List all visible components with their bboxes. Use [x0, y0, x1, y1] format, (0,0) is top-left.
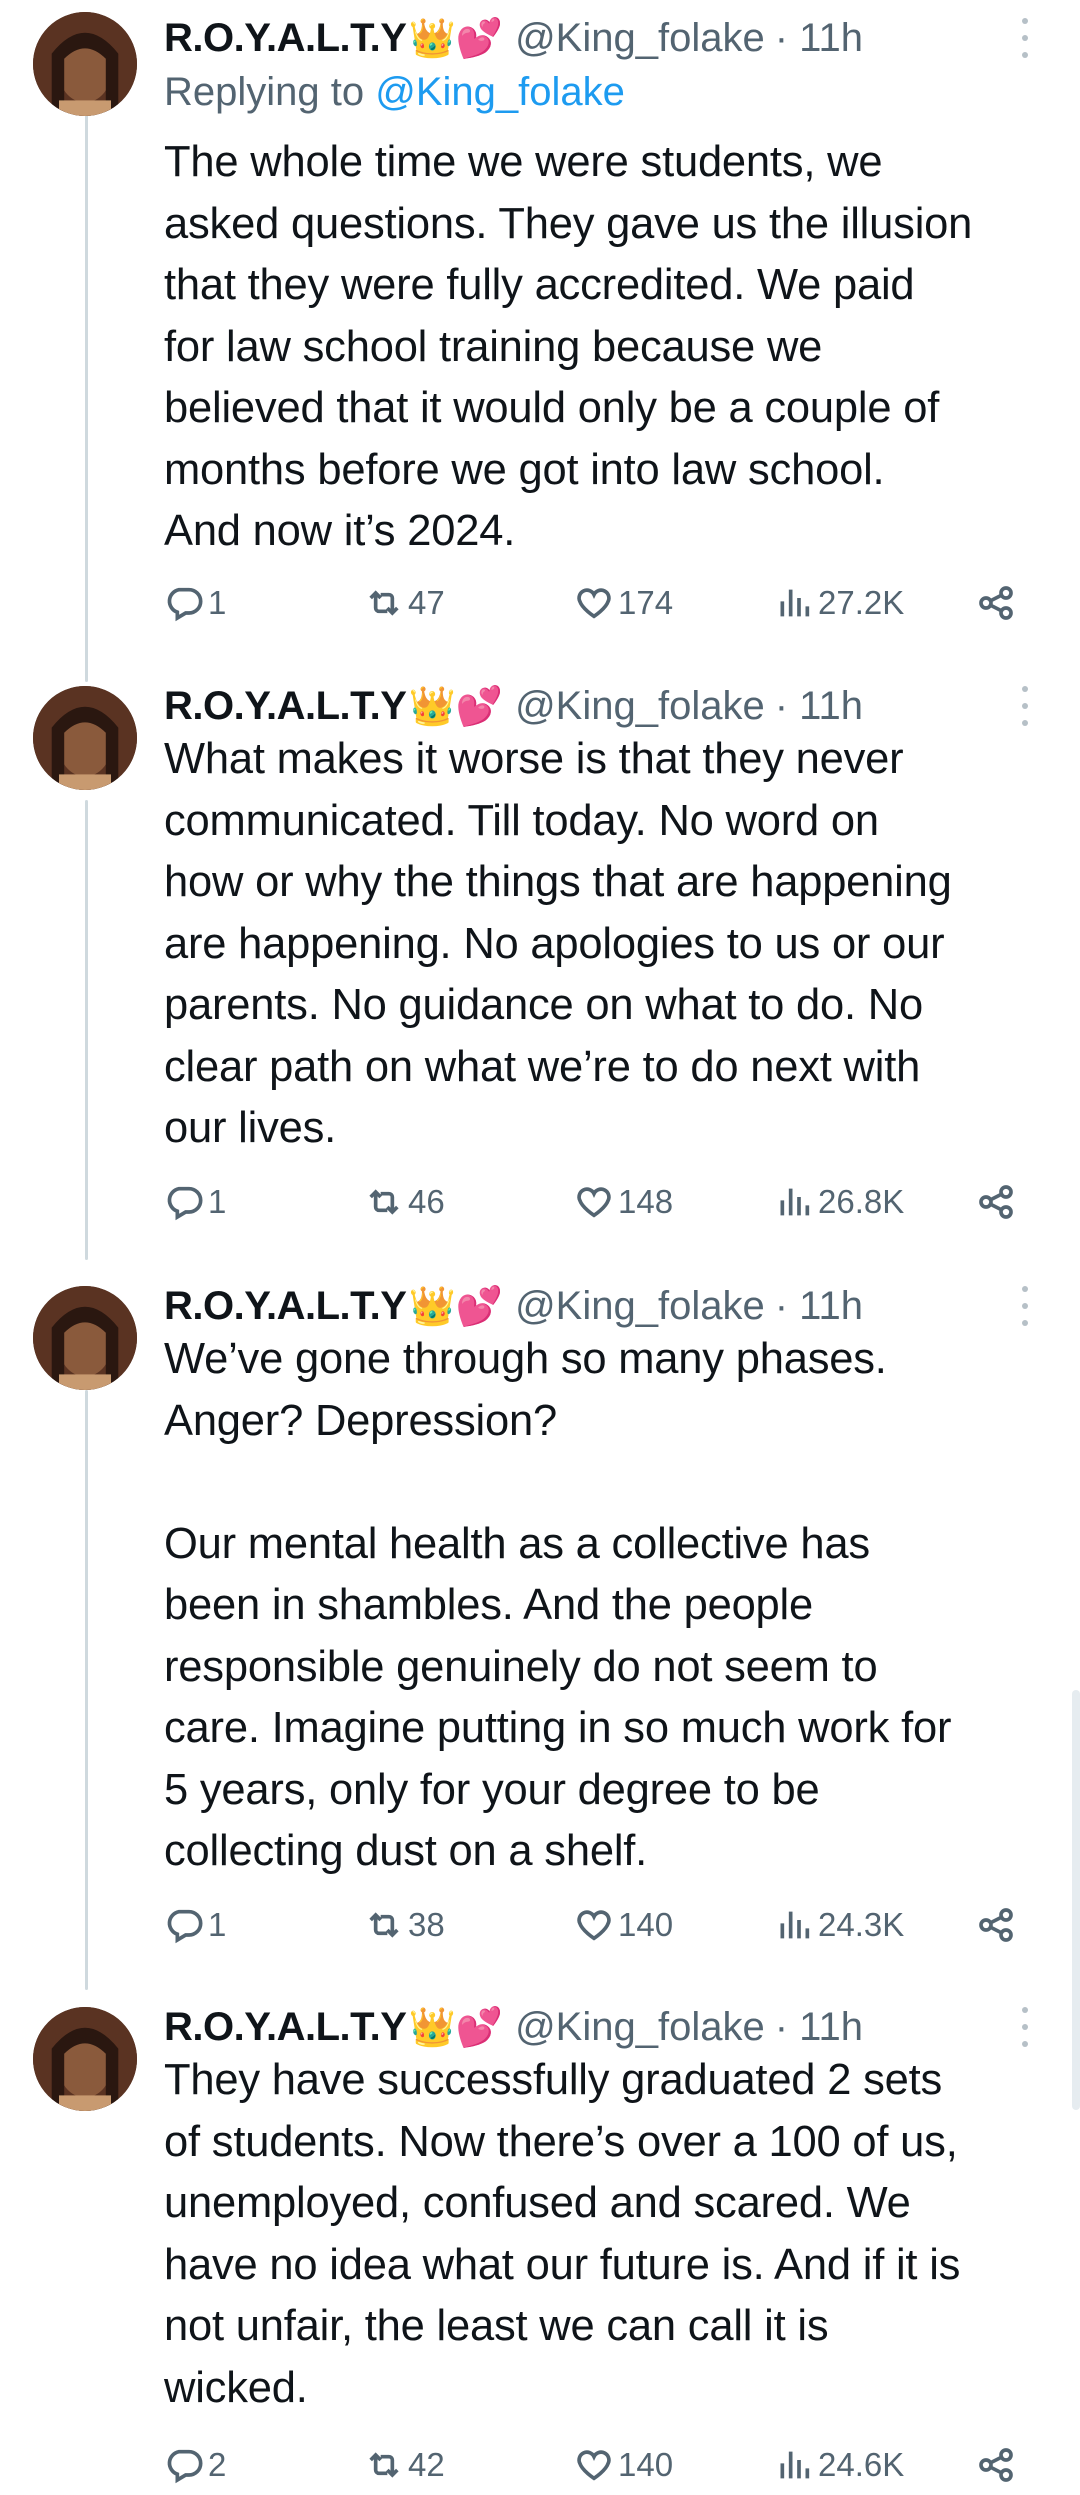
avatar[interactable] [33, 686, 137, 790]
tweet-text: The whole time we were students, we aske… [164, 138, 973, 555]
like-button[interactable]: 140 [574, 1895, 673, 1955]
reply-button[interactable]: 1 [164, 1172, 226, 1232]
heart-icon [577, 2450, 611, 2481]
timestamp[interactable]: · 11h [775, 1997, 863, 2057]
share-nodes-icon [979, 2448, 1013, 2482]
like-count: 148 [618, 1183, 674, 1220]
avatar[interactable] [33, 2007, 137, 2111]
reply-count: 1 [208, 584, 227, 621]
speech-bubble-icon [167, 2449, 203, 2484]
retweet-button[interactable]: 42 [364, 2435, 445, 2495]
heart-icon [577, 1187, 611, 1218]
retweet-count: 47 [408, 584, 445, 621]
like-button[interactable]: 140 [574, 2435, 673, 2495]
display-name[interactable]: R.O.Y.A.L.T.Y [164, 8, 407, 68]
views-button[interactable]: 24.6K [774, 2435, 904, 2495]
retweet-button[interactable]: 38 [364, 1895, 445, 1955]
views-count: 27.2K [818, 584, 905, 621]
bar-chart-icon [780, 2451, 810, 2479]
tweet-header: R.O.Y.A.L.T.Y 👑💕 @King_folake · 11h [164, 676, 1010, 736]
timestamp[interactable]: · 11h [775, 1276, 863, 1336]
bar-chart-icon [780, 1188, 810, 1216]
handle[interactable]: @King_folake [515, 1276, 765, 1336]
like-button[interactable]: 174 [574, 573, 673, 633]
tweet-actions: 2 42 140 24.6K [164, 2435, 1050, 2495]
name-emojis: 👑💕 [408, 2005, 504, 2049]
retweet-button[interactable]: 47 [364, 573, 445, 633]
heart-icon [577, 588, 611, 619]
tweet-text: We’ve gone through so many phases. Anger… [164, 1335, 952, 1875]
views-button[interactable]: 27.2K [774, 573, 904, 633]
tweet-text: What makes it worse is that they never c… [164, 735, 952, 1152]
share-button[interactable] [976, 2435, 1016, 2495]
tweet-text: They have successfully graduated 2 sets … [164, 2056, 961, 2412]
tweet-header: R.O.Y.A.L.T.Y 👑💕 @King_folake · 11h [164, 1997, 1010, 2057]
name-emojis: 👑💕 [408, 684, 504, 728]
share-nodes-icon [979, 1185, 1013, 1219]
vertical-dots-icon[interactable] [1010, 2007, 1040, 2047]
reply-count: 2 [208, 2446, 227, 2483]
display-name[interactable]: R.O.Y.A.L.T.Y [164, 1997, 407, 2057]
display-name[interactable]: R.O.Y.A.L.T.Y [164, 676, 407, 736]
display-name[interactable]: R.O.Y.A.L.T.Y [164, 1276, 407, 1336]
reply-button[interactable]: 2 [164, 2435, 226, 2495]
name-emojis: 👑💕 [408, 16, 504, 60]
thread-line [85, 1390, 88, 1990]
retweet-button[interactable]: 46 [364, 1172, 445, 1232]
bar-chart-icon [780, 589, 810, 617]
bar-chart-icon [780, 1911, 810, 1939]
tweet-actions: 1 46 148 26.8K [164, 1172, 1050, 1232]
timestamp[interactable]: · 11h [775, 676, 863, 736]
scrollbar[interactable] [1072, 1690, 1080, 2110]
share-button[interactable] [976, 1895, 1016, 1955]
retweet-arrows-icon [369, 1912, 399, 1938]
reply-count: 1 [208, 1183, 227, 1220]
vertical-dots-icon[interactable] [1010, 18, 1040, 58]
speech-bubble-icon [167, 1909, 203, 1944]
reply-button[interactable]: 1 [164, 573, 226, 633]
tweet-actions: 1 38 140 24.3K [164, 1895, 1050, 1955]
replying-handle[interactable]: @King_folake [375, 70, 625, 114]
like-count: 140 [618, 2446, 674, 2483]
speech-bubble-icon [167, 587, 203, 622]
views-count: 24.6K [818, 2446, 905, 2483]
tweet-header: R.O.Y.A.L.T.Y 👑💕 @King_folake · 11h [164, 1276, 1010, 1336]
timestamp[interactable]: · 11h [775, 8, 863, 68]
handle[interactable]: @King_folake [515, 676, 765, 736]
avatar[interactable] [33, 12, 137, 116]
views-button[interactable]: 26.8K [774, 1172, 904, 1232]
retweet-count: 38 [408, 1906, 445, 1943]
heart-icon [577, 1910, 611, 1941]
vertical-dots-icon[interactable] [1010, 1286, 1040, 1326]
name-emojis: 👑💕 [408, 1284, 504, 1328]
retweet-count: 42 [408, 2446, 445, 2483]
retweet-arrows-icon [369, 2452, 399, 2478]
share-button[interactable] [976, 573, 1016, 633]
retweet-arrows-icon [369, 1189, 399, 1215]
avatar[interactable] [33, 1286, 137, 1390]
views-button[interactable]: 24.3K [774, 1895, 904, 1955]
views-count: 24.3K [818, 1906, 905, 1943]
replying-to: Replying to @King_folake [164, 70, 625, 115]
tweet-header: R.O.Y.A.L.T.Y 👑💕 @King_folake · 11h [164, 8, 1010, 68]
speech-bubble-icon [167, 1186, 203, 1221]
views-count: 26.8K [818, 1183, 905, 1220]
like-count: 174 [618, 584, 674, 621]
like-button[interactable]: 148 [574, 1172, 673, 1232]
like-count: 140 [618, 1906, 674, 1943]
share-button[interactable] [976, 1172, 1016, 1232]
vertical-dots-icon[interactable] [1010, 686, 1040, 726]
thread-line [85, 800, 88, 1260]
handle[interactable]: @King_folake [515, 8, 765, 68]
share-nodes-icon [979, 1908, 1013, 1942]
replying-label: Replying to [164, 70, 376, 114]
share-nodes-icon [979, 586, 1013, 620]
thread-line [85, 112, 88, 682]
reply-count: 1 [208, 1906, 227, 1943]
retweet-count: 46 [408, 1183, 445, 1220]
tweet-actions: 1 47 174 27.2K [164, 573, 1050, 633]
handle[interactable]: @King_folake [515, 1997, 765, 2057]
reply-button[interactable]: 1 [164, 1895, 226, 1955]
retweet-arrows-icon [369, 590, 399, 616]
